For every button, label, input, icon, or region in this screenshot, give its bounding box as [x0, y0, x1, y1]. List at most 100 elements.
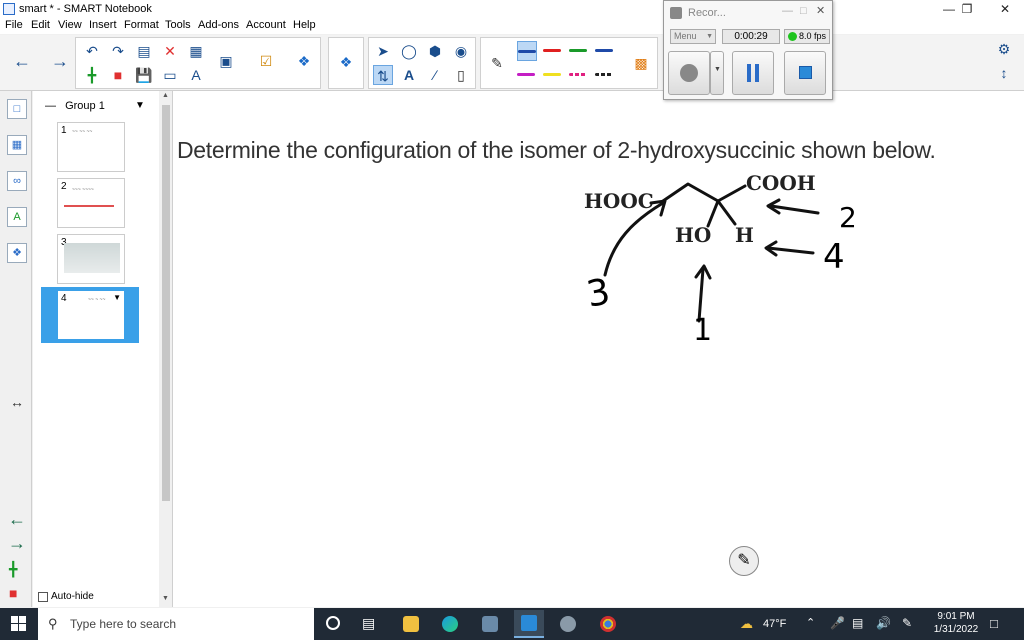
screen-shade-icon[interactable]: ▣: [216, 51, 236, 71]
edge-icon[interactable]: [442, 616, 458, 632]
pen-type-icon[interactable]: ⇅: [373, 65, 393, 85]
text-icon[interactable]: A: [399, 65, 419, 85]
scroll-up-icon[interactable]: ▲: [162, 92, 169, 99]
record-options-button[interactable]: ▼: [710, 51, 724, 95]
pen-workspace-icon[interactable]: ✎: [902, 616, 912, 630]
pen-icon[interactable]: ✎: [487, 53, 507, 73]
restore-button[interactable]: ❐: [952, 0, 982, 18]
recorder-minimize-button[interactable]: —: [782, 5, 793, 17]
addon-icon[interactable]: ❖: [294, 51, 314, 71]
auto-hide-checkbox[interactable]: [38, 592, 48, 602]
pause-button[interactable]: [732, 51, 774, 95]
save-icon[interactable]: 💾: [134, 65, 154, 85]
sorter-scrollbar[interactable]: ▲ ▼: [160, 91, 172, 607]
page-thumbnail[interactable]: 1 ~~ ~~ ~~: [57, 122, 125, 172]
whiteboard-canvas[interactable]: Determine the configuration of the isome…: [172, 91, 1024, 607]
settings-gear-icon[interactable]: ⚙: [994, 39, 1014, 59]
menu-help[interactable]: Help: [293, 19, 316, 31]
sidebar-delete-page-icon[interactable]: ■: [9, 585, 17, 601]
menu-file[interactable]: File: [5, 19, 23, 31]
show-hidden-icons-icon[interactable]: ⌃: [806, 616, 815, 629]
menu-edit[interactable]: Edit: [31, 19, 50, 31]
smart-notebook-taskbar-button[interactable]: [514, 610, 544, 638]
notifications-icon[interactable]: □: [990, 616, 998, 631]
more-colors-icon[interactable]: ▩: [631, 53, 651, 73]
delete-page-icon[interactable]: ■: [108, 65, 128, 85]
gallery-tab-icon[interactable]: ▦: [7, 135, 27, 155]
sidebar-add-page-icon[interactable]: ╋: [9, 561, 17, 578]
pen-darkblue-button[interactable]: [595, 41, 615, 61]
chrome-icon[interactable]: [600, 616, 616, 632]
fill-icon[interactable]: ◉: [451, 41, 471, 61]
menu-view[interactable]: View: [58, 19, 82, 31]
properties-tab-icon[interactable]: A: [7, 207, 27, 227]
group-dropdown-icon[interactable]: ▼: [135, 100, 145, 111]
text-recognition-icon[interactable]: A: [186, 65, 206, 85]
menu-account[interactable]: Account: [246, 19, 286, 31]
menu-addons[interactable]: Add-ons: [198, 19, 239, 31]
taskbar-search-box[interactable]: ⚲ Type here to search: [38, 608, 314, 640]
sidebar-prev-page-icon[interactable]: ←: [8, 509, 26, 530]
select-icon[interactable]: ➤: [373, 41, 393, 61]
eraser-icon[interactable]: ▯: [451, 65, 471, 85]
recorder-taskbar-icon[interactable]: [560, 616, 576, 632]
page-menu-icon[interactable]: ▼: [113, 293, 121, 302]
page-thumbnail[interactable]: 3: [57, 234, 125, 284]
page-sorter-tab-icon[interactable]: □: [7, 99, 27, 119]
undo-icon[interactable]: ↶: [82, 41, 102, 61]
sidebar-next-page-icon[interactable]: →: [8, 533, 26, 554]
next-page-icon[interactable]: →: [50, 51, 70, 71]
attachments-tab-icon[interactable]: ∞: [7, 171, 27, 191]
addons-tab-icon[interactable]: ❖: [7, 243, 27, 263]
network-icon[interactable]: ▤: [852, 616, 863, 630]
display-icon[interactable]: ▭: [160, 65, 180, 85]
recorder-close-button[interactable]: ✕: [816, 4, 825, 17]
pen-yellow-button[interactable]: [543, 65, 563, 85]
delete-icon[interactable]: ✕: [160, 41, 180, 61]
group-header[interactable]: — Group 1: [45, 100, 105, 112]
resize-sidebar-icon[interactable]: ↔: [10, 394, 24, 410]
recorder-maximize-button[interactable]: □: [800, 5, 807, 17]
shape-icon[interactable]: ◯: [399, 41, 419, 61]
weather-temp[interactable]: 47°F: [763, 618, 786, 630]
task-view-icon[interactable]: ▤: [362, 615, 375, 632]
cortana-icon[interactable]: [326, 616, 340, 630]
paste-icon[interactable]: ▤: [134, 41, 154, 61]
record-button[interactable]: [668, 51, 710, 95]
page-thumbnail-selected[interactable]: 4 ~~ ~ ~~ ▼: [57, 290, 125, 340]
magic-pen-icon[interactable]: ⬢: [425, 41, 445, 61]
menu-tools[interactable]: Tools: [165, 19, 191, 31]
add-page-icon[interactable]: ╋: [82, 65, 102, 85]
pen-magenta-button[interactable]: [517, 65, 537, 85]
table-icon[interactable]: ▦: [186, 41, 206, 61]
redo-icon[interactable]: ↷: [108, 41, 128, 61]
menu-insert[interactable]: Insert: [89, 19, 117, 31]
puzzle-icon[interactable]: ❖: [336, 52, 356, 72]
page-thumbnail[interactable]: 2 ~~~ ~~~~: [57, 178, 125, 228]
line-icon[interactable]: ∕: [425, 65, 445, 85]
window-title: smart * - SMART Notebook: [19, 3, 152, 15]
microphone-icon[interactable]: 🎤: [830, 616, 845, 630]
pen-tool-icon[interactable]: ✎: [729, 546, 759, 576]
stop-button[interactable]: [784, 51, 826, 95]
weather-icon[interactable]: ☁: [740, 616, 753, 632]
collapse-icon: —: [45, 100, 56, 112]
pen-black-dashed-button[interactable]: [595, 65, 615, 85]
windows-start-icon[interactable]: [11, 616, 27, 632]
recorder-menu-dropdown[interactable]: Menu ▼: [670, 29, 716, 44]
close-button[interactable]: ✕: [990, 0, 1020, 18]
previous-page-icon[interactable]: ←: [12, 51, 32, 71]
check-icon[interactable]: ☑: [256, 51, 276, 71]
pen-pink-dashed-button[interactable]: [569, 65, 589, 85]
move-toolbar-icon[interactable]: ↕: [994, 63, 1014, 83]
menu-format[interactable]: Format: [124, 19, 159, 31]
pen-blue-button[interactable]: [517, 41, 537, 61]
scrollbar-thumb[interactable]: [162, 105, 170, 501]
file-explorer-icon[interactable]: [403, 616, 419, 632]
store-icon[interactable]: [482, 616, 498, 632]
pen-green-button[interactable]: [569, 41, 589, 61]
pen-red-button[interactable]: [543, 41, 563, 61]
volume-icon[interactable]: 🔊: [876, 616, 891, 630]
clock[interactable]: 9:01 PM 1/31/2022: [930, 611, 982, 635]
scroll-down-icon[interactable]: ▼: [162, 595, 169, 602]
